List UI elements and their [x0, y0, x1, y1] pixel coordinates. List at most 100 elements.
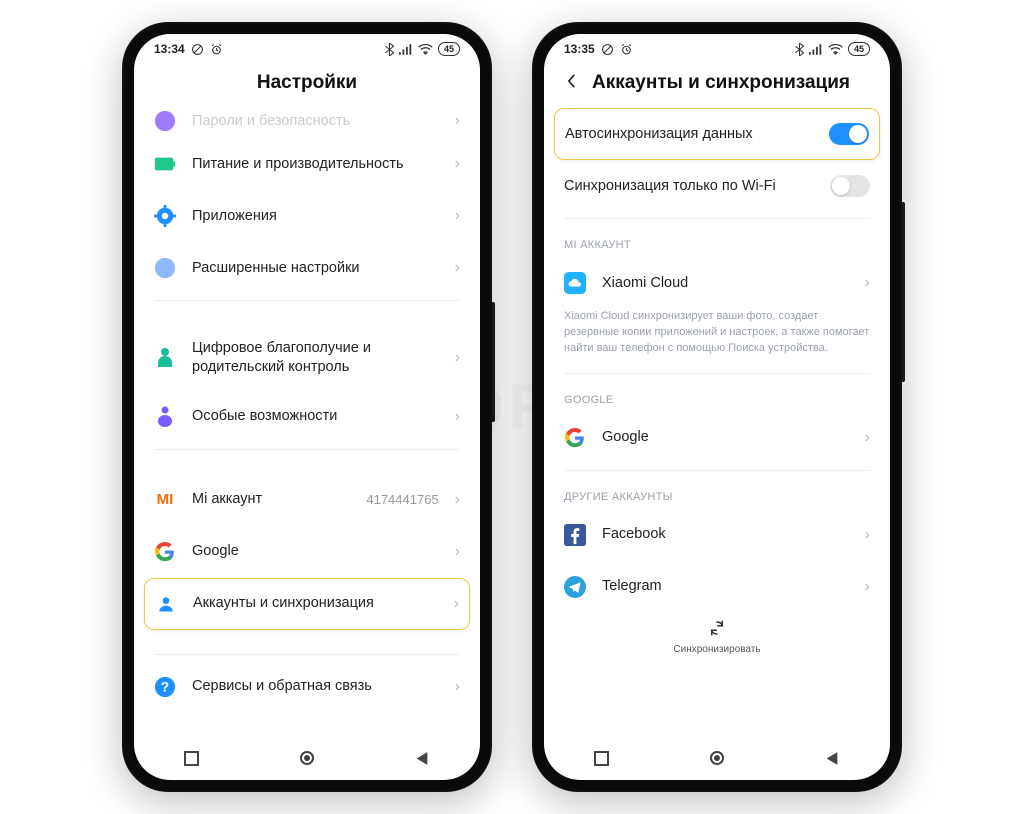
- status-bar: 13:34 45: [134, 34, 480, 64]
- header-title: Настройки: [257, 72, 357, 94]
- wifi-icon: [418, 44, 433, 55]
- signal-icon: [809, 44, 823, 55]
- screen-right: 13:35 45 Аккаунты и синхронизация Автоси…: [544, 34, 890, 780]
- chevron-right-icon: ›: [455, 207, 460, 225]
- bluetooth-icon: [385, 43, 394, 56]
- accounts-content[interactable]: Автосинхронизация данных Синхронизация т…: [544, 108, 890, 736]
- help-icon: ?: [154, 676, 176, 698]
- chevron-right-icon: ›: [865, 274, 870, 292]
- chevron-right-icon: ›: [865, 578, 870, 596]
- nav-recent-button[interactable]: [593, 749, 611, 767]
- divider: [564, 373, 870, 374]
- svg-text:?: ?: [161, 679, 169, 694]
- toggle-label: Автосинхронизация данных: [565, 125, 813, 144]
- android-navbar: [134, 736, 480, 780]
- settings-item-google[interactable]: Google ›: [134, 526, 480, 578]
- settings-item-label: Цифровое благополучие и родительский кон…: [192, 339, 439, 377]
- settings-item-accessibility[interactable]: Особые возможности ›: [134, 391, 480, 443]
- settings-list[interactable]: Пароли и безопасность › Питание и произв…: [134, 108, 480, 736]
- chevron-right-icon: ›: [455, 678, 460, 696]
- wellbeing-icon: [154, 347, 176, 369]
- divider: [564, 470, 870, 471]
- settings-item-label: Сервисы и обратная связь: [192, 677, 439, 696]
- status-bar: 13:35 45: [544, 34, 890, 64]
- toggle-switch[interactable]: [829, 123, 869, 145]
- nav-back-button[interactable]: [823, 749, 841, 767]
- screen-left: 13:34 45 Настройки Пароли и безопасность…: [134, 34, 480, 780]
- more-icon: [154, 257, 176, 279]
- settings-item-label: Питание и производительность: [192, 155, 439, 174]
- settings-item-label: Google: [192, 542, 439, 561]
- settings-item-wellbeing[interactable]: Цифровое благополучие и родительский кон…: [134, 325, 480, 391]
- nav-back-button[interactable]: [413, 749, 431, 767]
- item-facebook-account[interactable]: Facebook ›: [544, 509, 890, 561]
- accounts-header: Аккаунты и синхронизация: [544, 64, 890, 108]
- settings-item-label: Пароли и безопасность: [192, 112, 439, 131]
- settings-item-power[interactable]: Питание и производительность ›: [134, 138, 480, 190]
- wifi-icon: [828, 44, 843, 55]
- alarm-icon: [620, 43, 633, 56]
- divider: [154, 300, 460, 301]
- google-logo-icon: [564, 427, 586, 449]
- chevron-right-icon: ›: [865, 526, 870, 544]
- chevron-right-icon: ›: [454, 595, 459, 613]
- status-time: 13:35: [564, 42, 595, 56]
- settings-item-apps[interactable]: Приложения ›: [134, 190, 480, 242]
- alarm-icon: [210, 43, 223, 56]
- accessibility-icon: [154, 406, 176, 428]
- settings-item-value: 4174441765: [366, 492, 438, 507]
- settings-item-mi-account[interactable]: MI Mi аккаунт 4174441765 ›: [134, 474, 480, 526]
- phone-frame-right: 13:35 45 Аккаунты и синхронизация Автоси…: [532, 22, 902, 792]
- gear-icon: [154, 205, 176, 227]
- settings-header: Настройки: [134, 64, 480, 108]
- battery-icon: [154, 153, 176, 175]
- sync-now-button[interactable]: Синхронизировать: [544, 613, 890, 655]
- toggle-autosync[interactable]: Автосинхронизация данных: [554, 108, 880, 160]
- settings-item-advanced[interactable]: Расширенные настройки ›: [134, 242, 480, 294]
- do-not-disturb-icon: [601, 43, 614, 56]
- battery-level: 45: [848, 42, 870, 56]
- divider: [154, 449, 460, 450]
- xiaomi-cloud-description: Xiaomi Cloud синхронизирует ваши фото, с…: [544, 309, 890, 367]
- section-mi-account: MI АККАУНТ: [544, 225, 890, 257]
- toggle-switch[interactable]: [830, 175, 870, 197]
- cloud-icon: [564, 272, 586, 294]
- item-label: Facebook: [602, 525, 849, 544]
- item-xiaomi-cloud[interactable]: Xiaomi Cloud ›: [544, 257, 890, 309]
- settings-item-label: Расширенные настройки: [192, 259, 439, 278]
- signal-icon: [399, 44, 413, 55]
- phone-frame-left: 13:34 45 Настройки Пароли и безопасность…: [122, 22, 492, 792]
- settings-item-label: Особые возможности: [192, 407, 439, 426]
- header-title: Аккаунты и синхронизация: [592, 72, 850, 94]
- section-google: GOOGLE: [544, 380, 890, 412]
- nav-recent-button[interactable]: [183, 749, 201, 767]
- person-icon: [155, 593, 177, 615]
- google-logo-icon: [154, 541, 176, 563]
- chevron-right-icon: ›: [455, 408, 460, 426]
- bluetooth-icon: [795, 43, 804, 56]
- toggle-wifi-only[interactable]: Синхронизация только по Wi-Fi: [544, 160, 890, 212]
- settings-item-feedback[interactable]: ? Сервисы и обратная связь ›: [134, 661, 480, 713]
- nav-home-button[interactable]: [298, 749, 316, 767]
- item-google-account[interactable]: Google ›: [544, 412, 890, 464]
- back-button[interactable]: [564, 74, 578, 93]
- chevron-right-icon: ›: [455, 155, 460, 173]
- status-time: 13:34: [154, 42, 185, 56]
- android-navbar: [544, 736, 890, 780]
- settings-item-label: Аккаунты и синхронизация: [193, 594, 438, 613]
- settings-item-passwords[interactable]: Пароли и безопасность ›: [134, 108, 480, 138]
- nav-home-button[interactable]: [708, 749, 726, 767]
- sync-now-label: Синхронизировать: [544, 644, 890, 655]
- do-not-disturb-icon: [191, 43, 204, 56]
- item-telegram-account[interactable]: Telegram ›: [544, 561, 890, 613]
- settings-item-accounts-sync[interactable]: Аккаунты и синхронизация ›: [144, 578, 470, 630]
- settings-item-label: Mi аккаунт: [192, 490, 350, 509]
- facebook-logo-icon: [564, 524, 586, 546]
- chevron-right-icon: ›: [455, 543, 460, 561]
- chevron-right-icon: ›: [455, 491, 460, 509]
- item-label: Google: [602, 428, 849, 447]
- telegram-logo-icon: [564, 576, 586, 598]
- toggle-label: Синхронизация только по Wi-Fi: [564, 177, 814, 196]
- chevron-right-icon: ›: [455, 349, 460, 367]
- divider: [154, 654, 460, 655]
